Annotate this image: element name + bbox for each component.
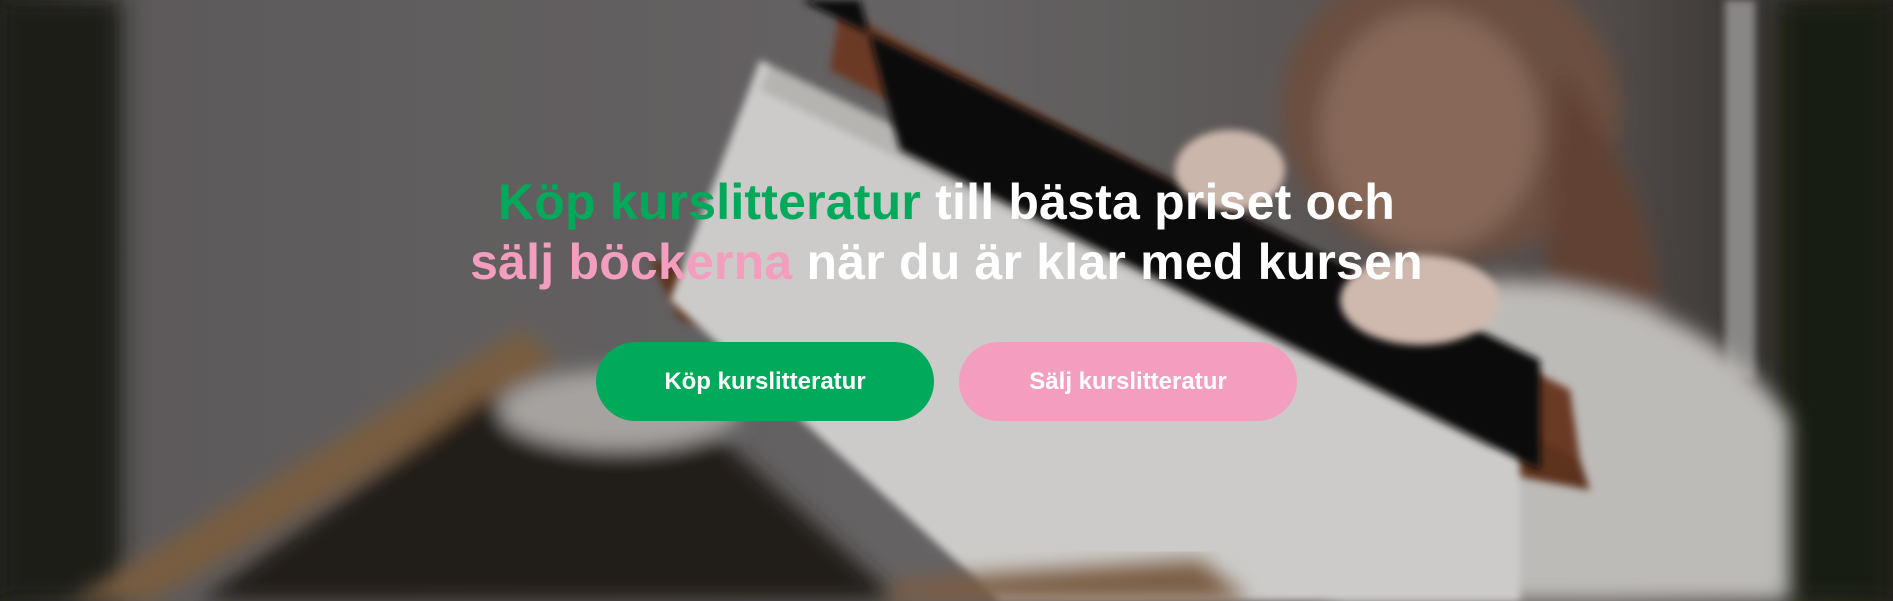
headline-sell-accent: sälj böckerna xyxy=(470,234,793,290)
cta-button-row: Köp kurslitteratur Sälj kurslitteratur xyxy=(0,342,1893,421)
headline-line1-rest: till bästa priset och xyxy=(921,174,1396,230)
headline-line2-rest: när du är klar med kursen xyxy=(792,234,1423,290)
hero-headline: Köp kurslitteratur till bästa priset och… xyxy=(0,172,1893,292)
hero-content: Köp kurslitteratur till bästa priset och… xyxy=(0,172,1893,421)
sell-course-literature-button[interactable]: Sälj kurslitteratur xyxy=(959,342,1297,421)
buy-course-literature-button[interactable]: Köp kurslitteratur xyxy=(596,342,934,421)
headline-buy-accent: Köp kurslitteratur xyxy=(497,174,922,230)
hero-section: Köp kurslitteratur till bästa priset och… xyxy=(0,0,1893,601)
